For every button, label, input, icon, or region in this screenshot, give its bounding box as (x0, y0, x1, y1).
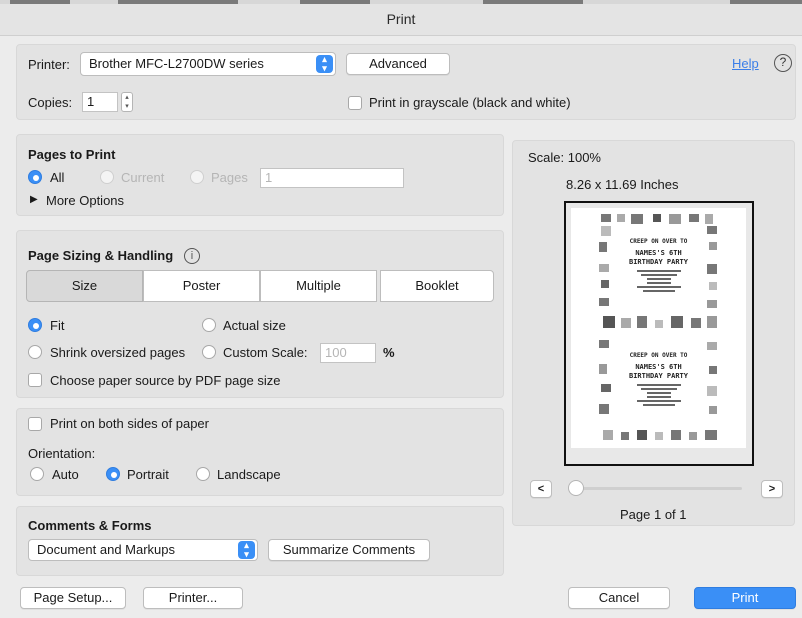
custom-scale-input[interactable]: 100 (320, 343, 376, 363)
printer-label: Printer: (28, 57, 70, 72)
tab-multiple[interactable]: Multiple (260, 270, 377, 302)
print-button[interactable]: Print (694, 587, 796, 609)
radio-custom-scale-label: Custom Scale: (223, 345, 308, 360)
cancel-button[interactable]: Cancel (568, 587, 670, 609)
paper-source-checkbox[interactable] (28, 373, 42, 387)
disclosure-triangle-icon[interactable]: ▶ (30, 194, 38, 205)
duplex-checkbox[interactable] (28, 417, 42, 431)
duplex-label: Print on both sides of paper (50, 416, 209, 431)
help-icon[interactable]: ? (774, 54, 792, 72)
grayscale-label: Print in grayscale (black and white) (369, 95, 571, 110)
comments-select[interactable]: Document and Markups ▴ ▾ (28, 539, 258, 561)
scale-label: Scale: 100% (528, 150, 601, 165)
window-title: Print (386, 11, 416, 27)
tab-size[interactable]: Size (26, 270, 143, 302)
pages-range-input[interactable]: 1 (260, 168, 404, 188)
page-setup-button[interactable]: Page Setup... (20, 587, 126, 609)
more-options-label[interactable]: More Options (46, 193, 124, 208)
page-preview: CREEP ON OVER TO NAMES'S 6TH BIRTHDAY PA… (571, 208, 746, 448)
radio-current[interactable] (100, 170, 114, 184)
comments-title: Comments & Forms (28, 518, 152, 533)
next-page-button[interactable]: > (761, 480, 783, 498)
invite-line-2: NAMES'S 6TH (635, 249, 682, 257)
window-tab-strip (0, 0, 802, 4)
advanced-button[interactable]: Advanced (346, 53, 450, 75)
chevron-updown-icon: ▴ ▾ (316, 55, 333, 73)
tab-booklet[interactable]: Booklet (380, 270, 494, 302)
pages-to-print-title: Pages to Print (28, 147, 116, 162)
grayscale-checkbox[interactable] (348, 96, 362, 110)
radio-portrait-label: Portrait (127, 467, 169, 482)
radio-actual-size[interactable] (202, 318, 216, 332)
paper-size-label: 8.26 x 11.69 Inches (566, 177, 679, 192)
prev-page-button[interactable]: < (530, 480, 552, 498)
radio-shrink[interactable] (28, 345, 42, 359)
invite-details (633, 270, 685, 294)
tab-poster[interactable]: Poster (143, 270, 260, 302)
invite-line-3-copy: BIRTHDAY PARTY (628, 372, 688, 380)
radio-fit[interactable] (28, 318, 42, 332)
invite-details-copy (633, 384, 685, 408)
title-bar: Print (0, 0, 802, 36)
radio-shrink-label: Shrink oversized pages (50, 345, 186, 360)
radio-fit-label: Fit (50, 318, 65, 333)
printer-select-value: Brother MFC-L2700DW series (89, 56, 264, 71)
invite-line-1: CREEP ON OVER TO (629, 238, 688, 245)
percent-label: % (383, 345, 395, 360)
orientation-label: Orientation: (28, 446, 96, 461)
paper-source-label: Choose paper source by PDF page size (50, 373, 281, 388)
radio-landscape-label: Landscape (217, 467, 281, 482)
radio-pages-label: Pages (211, 170, 248, 185)
radio-landscape[interactable] (196, 467, 210, 481)
printer-select[interactable]: Brother MFC-L2700DW series ▴ ▾ (80, 52, 336, 76)
page-sizing-title: Page Sizing & Handling (28, 248, 174, 263)
invite-line-3: BIRTHDAY PARTY (628, 258, 688, 266)
radio-pages[interactable] (190, 170, 204, 184)
radio-all[interactable] (28, 170, 42, 184)
radio-auto[interactable] (30, 467, 44, 481)
copies-input[interactable]: 1 (82, 92, 118, 112)
radio-current-label: Current (121, 170, 165, 185)
page-info: Page 1 of 1 (620, 507, 687, 522)
radio-custom-scale[interactable] (202, 345, 216, 359)
invite-line-1-copy: CREEP ON OVER TO (629, 352, 688, 359)
invite-line-2-copy: NAMES'S 6TH (635, 363, 682, 371)
chevron-updown-icon: ▴ ▾ (238, 541, 255, 559)
info-icon[interactable]: i (184, 248, 200, 264)
summarize-comments-button[interactable]: Summarize Comments (268, 539, 430, 561)
printer-button[interactable]: Printer... (143, 587, 243, 609)
page-slider-track[interactable] (572, 487, 742, 490)
help-link[interactable]: Help (732, 56, 759, 71)
radio-auto-label: Auto (52, 467, 79, 482)
radio-all-label: All (50, 170, 65, 185)
page-slider-thumb[interactable] (568, 480, 584, 496)
copies-stepper[interactable]: ▴ ▾ (121, 92, 133, 112)
radio-actual-size-label: Actual size (223, 318, 286, 333)
comments-select-value: Document and Markups (37, 542, 176, 557)
copies-label: Copies: (28, 95, 73, 110)
radio-portrait[interactable] (106, 467, 120, 481)
